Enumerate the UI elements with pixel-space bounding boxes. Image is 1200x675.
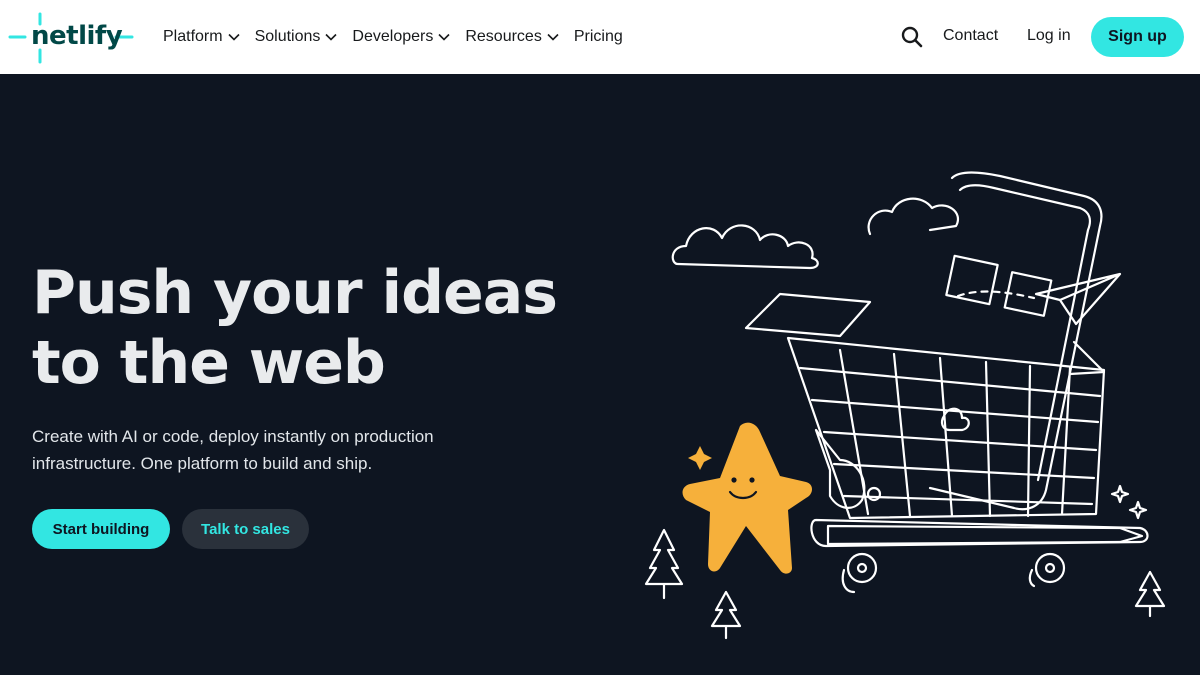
chevron-down-icon xyxy=(228,33,240,41)
cloud-icon xyxy=(671,224,819,270)
hero-title-line: to the web xyxy=(32,328,386,398)
signup-button[interactable]: Sign up xyxy=(1091,17,1184,57)
nav-label: Pricing xyxy=(573,28,623,45)
mascot-icon xyxy=(682,422,812,574)
wheel-icon xyxy=(1034,552,1066,584)
logo-wordmark: netlify xyxy=(31,21,123,51)
search-icon[interactable] xyxy=(901,26,923,48)
start-building-button[interactable]: Start building xyxy=(32,509,170,549)
nav-label: Developers xyxy=(352,28,434,45)
nav-item-platform[interactable]: Platform xyxy=(163,28,240,46)
main-nav: Platform Solutions Developers Resources … xyxy=(163,0,623,74)
cloud-icon xyxy=(867,197,959,236)
nav-label: Platform xyxy=(163,28,223,45)
nav-item-developers[interactable]: Developers xyxy=(352,28,450,46)
hero-title-line: Push your ideas xyxy=(32,258,558,328)
tree-icon xyxy=(644,528,684,600)
chevron-down-icon xyxy=(325,33,337,41)
nav-item-pricing[interactable]: Pricing xyxy=(574,28,623,46)
phone-icon xyxy=(928,171,1103,511)
tree-icon xyxy=(1134,570,1166,618)
chevron-down-icon xyxy=(438,33,450,41)
hero-illustration xyxy=(644,171,1166,640)
nav-item-solutions[interactable]: Solutions xyxy=(255,28,338,46)
nav-label: Resources xyxy=(465,28,542,45)
hero-subtitle: Create with AI or code, deploy instantly… xyxy=(32,423,502,477)
site-header: netlify Platform Solutions Developers Re… xyxy=(0,0,1200,74)
hero-subtitle-line: Create with AI or code, deploy instantly… xyxy=(32,427,434,446)
talk-to-sales-button[interactable]: Talk to sales xyxy=(182,509,309,549)
netlify-logo[interactable]: netlify xyxy=(8,12,134,64)
hero-subtitle-line: infrastructure. One platform to build an… xyxy=(32,454,373,473)
chevron-down-icon xyxy=(547,33,559,41)
login-link[interactable]: Log in xyxy=(1027,27,1071,45)
sparkle-icon xyxy=(1110,484,1130,504)
sparkle-icon xyxy=(1128,500,1148,520)
pencil-icon xyxy=(826,524,1144,546)
wheel-icon xyxy=(846,552,878,584)
nav-item-resources[interactable]: Resources xyxy=(465,28,559,46)
hero-title: Push your ideas to the web xyxy=(32,258,592,398)
nav-label: Solutions xyxy=(254,28,321,45)
contact-link[interactable]: Contact xyxy=(943,27,998,45)
tree-icon xyxy=(710,590,742,640)
